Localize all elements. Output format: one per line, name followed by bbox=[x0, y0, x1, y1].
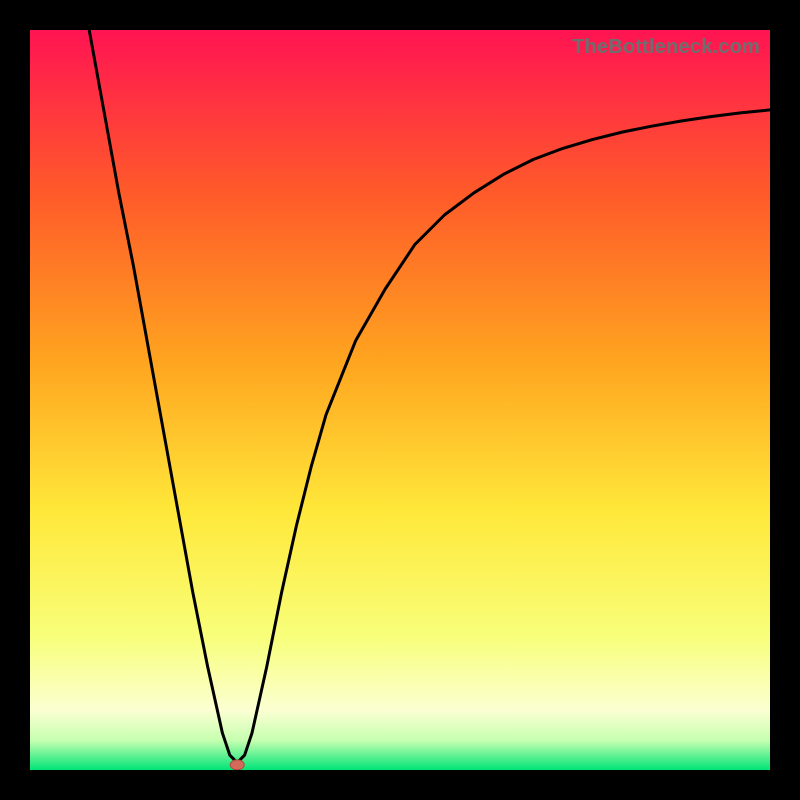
gradient-background bbox=[30, 30, 770, 770]
minimum-marker bbox=[230, 760, 244, 770]
bottleneck-chart bbox=[30, 30, 770, 770]
watermark-text: TheBottleneck.com bbox=[572, 36, 760, 59]
chart-frame: TheBottleneck.com bbox=[30, 30, 770, 770]
